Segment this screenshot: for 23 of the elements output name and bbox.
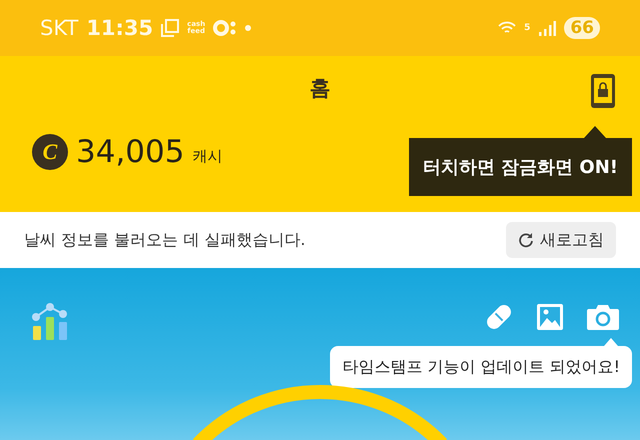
- lock-screen-button[interactable]: [590, 73, 616, 109]
- signal-icon: [538, 20, 556, 36]
- cash-amount: 34,005: [76, 134, 184, 170]
- coin-icon: C: [32, 134, 68, 170]
- image-icon: [536, 303, 564, 331]
- dot-icon: [245, 25, 252, 31]
- battery-level: 66: [564, 17, 600, 39]
- network-type: 5: [524, 23, 530, 33]
- camera-button[interactable]: [586, 303, 620, 331]
- app-logo-icon: [213, 20, 238, 36]
- phone-lock-icon: [590, 73, 616, 109]
- refresh-icon: [518, 232, 534, 248]
- tooltip-pointer: [604, 338, 618, 346]
- weather-error-message: 날씨 정보를 불러오는 데 실패했습니다.: [24, 230, 306, 250]
- cash-unit: 캐시: [192, 146, 222, 166]
- refresh-button[interactable]: 새로고침: [506, 222, 616, 258]
- gallery-button[interactable]: [536, 303, 564, 331]
- carrier-name: SKT: [40, 16, 78, 40]
- page-title: 홈: [310, 75, 330, 102]
- clock-time: 11:35: [86, 16, 154, 40]
- tooltip-pointer: [584, 126, 606, 138]
- camera-icon: [586, 303, 620, 331]
- copy-icon: [161, 19, 180, 37]
